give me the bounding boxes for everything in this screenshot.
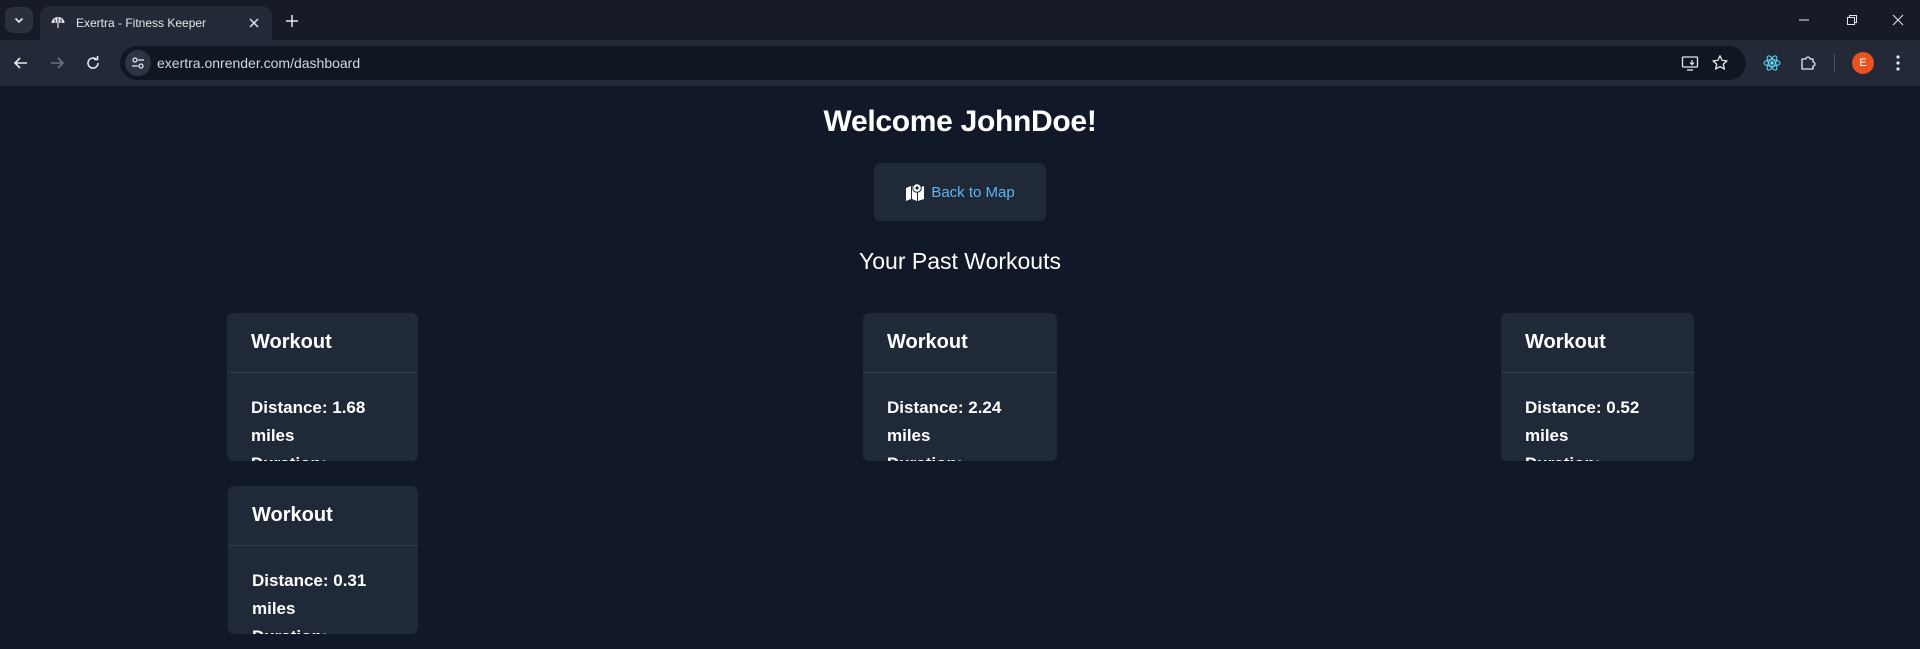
tab-title: Exertra - Fitness Keeper <box>76 16 207 30</box>
workout-distance: Distance: 0.52 miles <box>1525 398 1640 445</box>
workout-duration: Duration: 00:09:38 <box>887 450 1033 461</box>
workout-duration: Duration: 00:00:16 <box>252 623 394 634</box>
map-marker-icon <box>906 183 925 201</box>
tune-icon <box>132 57 144 69</box>
workout-distance: Distance: 2.24 miles <box>887 398 1002 445</box>
workout-distance: Distance: 0.31 miles <box>252 571 367 618</box>
close-icon <box>1892 14 1904 26</box>
forward-nav-button[interactable] <box>43 49 71 77</box>
browser-toolbar: exertra.onrender.com/dashboard <box>0 40 1920 86</box>
workout-duration: Duration: 00:00:31 <box>1525 450 1670 461</box>
workout-duration: Duration: 00:03:13 <box>251 450 394 461</box>
extensions-puzzle-icon[interactable] <box>1796 51 1820 75</box>
close-tab-icon[interactable] <box>244 13 264 33</box>
back-to-map-label: Back to Map <box>931 183 1015 201</box>
dashboard-page: Welcome JohnDoe! Back to Map Your Past W… <box>0 86 1920 649</box>
kebab-menu-icon[interactable] <box>1886 51 1910 75</box>
address-bar[interactable]: exertra.onrender.com/dashboard <box>120 46 1746 80</box>
workout-card-title: Workout <box>227 313 418 373</box>
chevron-down-icon <box>14 17 24 24</box>
profile-avatar[interactable]: E <box>1852 52 1874 74</box>
tab-search-button[interactable] <box>5 7 33 33</box>
plus-icon <box>286 15 298 27</box>
restore-icon <box>1847 15 1857 25</box>
back-nav-button[interactable] <box>7 49 35 77</box>
site-info-button[interactable] <box>125 50 151 76</box>
workout-card[interactable]: Workout Distance: 1.68 miles Duration: 0… <box>227 313 418 461</box>
workout-distance: Distance: 1.68 miles <box>251 398 366 445</box>
tab-strip: Exertra - Fitness Keeper <box>0 0 1920 40</box>
workout-card-title: Workout <box>228 486 418 546</box>
toolbar-divider <box>1834 54 1835 72</box>
workout-card-title: Workout <box>1501 313 1694 373</box>
close-window-button[interactable] <box>1884 8 1912 32</box>
react-devtools-extension-icon[interactable] <box>1760 51 1784 75</box>
minimize-icon <box>1799 19 1809 21</box>
umbrella-favicon-icon <box>50 15 66 31</box>
arrow-right-icon <box>51 57 65 69</box>
workout-card-title: Workout <box>863 313 1057 373</box>
minimize-button[interactable] <box>1790 8 1818 32</box>
reload-button[interactable] <box>79 49 107 77</box>
welcome-heading: Welcome JohnDoe! <box>823 105 1097 138</box>
past-workouts-heading: Your Past Workouts <box>859 248 1061 274</box>
reload-icon <box>87 56 99 69</box>
install-app-icon[interactable] <box>1678 51 1702 75</box>
workout-card[interactable]: Workout Distance: 0.52 miles Duration: 0… <box>1501 313 1694 461</box>
url-text[interactable]: exertra.onrender.com/dashboard <box>157 55 360 71</box>
arrow-left-icon <box>13 57 27 69</box>
bookmark-star-icon[interactable] <box>1708 51 1732 75</box>
browser-tab-active[interactable]: Exertra - Fitness Keeper <box>40 6 272 40</box>
workout-card[interactable]: Workout Distance: 0.31 miles Duration: 0… <box>228 486 418 634</box>
workout-card[interactable]: Workout Distance: 2.24 miles Duration: 0… <box>863 313 1057 461</box>
new-tab-button[interactable] <box>281 10 303 32</box>
restore-button[interactable] <box>1838 8 1866 32</box>
back-to-map-button[interactable]: Back to Map <box>874 163 1046 221</box>
